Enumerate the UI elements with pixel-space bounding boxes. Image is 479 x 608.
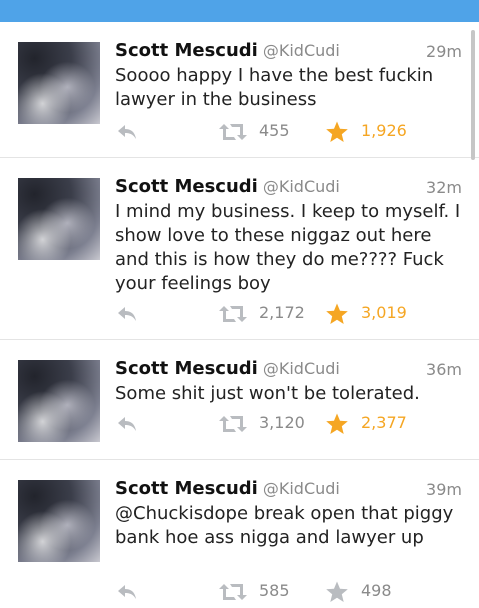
tweet[interactable]: Scott Mescudi @KidCudi 39m @Chuckisdope b… (0, 460, 479, 602)
avatar[interactable] (18, 178, 100, 260)
tweet-header: Scott Mescudi @KidCudi 36m (115, 358, 462, 380)
display-name[interactable]: Scott Mescudi (115, 176, 258, 197)
display-name[interactable]: Scott Mescudi (115, 40, 258, 61)
avatar[interactable] (18, 42, 100, 124)
favorite-count: 498 (361, 581, 392, 600)
tweet-feed: Scott Mescudi @KidCudi 29m Soooo happy I … (0, 22, 479, 602)
tweet[interactable]: Scott Mescudi @KidCudi 32m I mind my busi… (0, 158, 479, 340)
star-icon (326, 413, 348, 434)
tweet-text: I mind my business. I keep to myself. I … (115, 201, 461, 294)
timestamp[interactable]: 29m (426, 42, 462, 61)
retweet-count: 3,120 (259, 413, 305, 432)
tweet[interactable]: Scott Mescudi @KidCudi 29m Soooo happy I … (0, 22, 479, 158)
retweet-count: 585 (259, 581, 290, 600)
tweet-text: Some shit just won't be tolerated. (115, 383, 420, 404)
tweet-text: Soooo happy I have the best fuckin lawye… (115, 65, 434, 110)
star-icon (326, 121, 348, 142)
tweet-header: Scott Mescudi @KidCudi 29m (115, 40, 462, 62)
username[interactable]: @KidCudi (263, 41, 340, 60)
star-icon (326, 303, 348, 324)
retweet-icon (219, 306, 247, 322)
retweet-count: 455 (259, 121, 290, 140)
retweet-icon (219, 584, 247, 600)
favorite-count: 2,377 (361, 413, 407, 432)
display-name[interactable]: Scott Mescudi (115, 478, 258, 499)
timestamp[interactable]: 32m (426, 178, 462, 197)
reply-icon[interactable] (115, 120, 139, 144)
favorite-count: 3,019 (361, 303, 407, 322)
tweet-actions: 3,120 2,377 (115, 412, 465, 436)
display-name[interactable]: Scott Mescudi (115, 358, 258, 379)
reply-icon[interactable] (115, 302, 139, 326)
tweet-actions: 455 1,926 (115, 120, 465, 144)
username[interactable]: @KidCudi (263, 479, 340, 498)
scrollbar[interactable] (471, 30, 475, 160)
tweet[interactable]: Scott Mescudi @KidCudi 36m Some shit just… (0, 340, 479, 460)
favorite-count: 1,926 (361, 121, 407, 140)
retweet-icon (219, 416, 247, 432)
top-bar (0, 0, 479, 22)
star-icon (326, 581, 348, 602)
tweet-header: Scott Mescudi @KidCudi 32m (115, 176, 462, 198)
username[interactable]: @KidCudi (263, 359, 340, 378)
reply-icon[interactable] (115, 580, 139, 604)
retweet-count: 2,172 (259, 303, 305, 322)
reply-icon[interactable] (115, 412, 139, 436)
tweet-text: @Chuckisdope break open that piggy bank … (115, 503, 454, 548)
timestamp[interactable]: 36m (426, 360, 462, 379)
tweet-actions: 2,172 3,019 (115, 302, 465, 326)
timestamp[interactable]: 39m (426, 480, 462, 499)
retweet-icon (219, 124, 247, 140)
avatar[interactable] (18, 360, 100, 442)
tweet-actions: 585 498 (115, 580, 465, 604)
avatar[interactable] (18, 480, 100, 562)
tweet-header: Scott Mescudi @KidCudi 39m (115, 478, 462, 500)
username[interactable]: @KidCudi (263, 177, 340, 196)
